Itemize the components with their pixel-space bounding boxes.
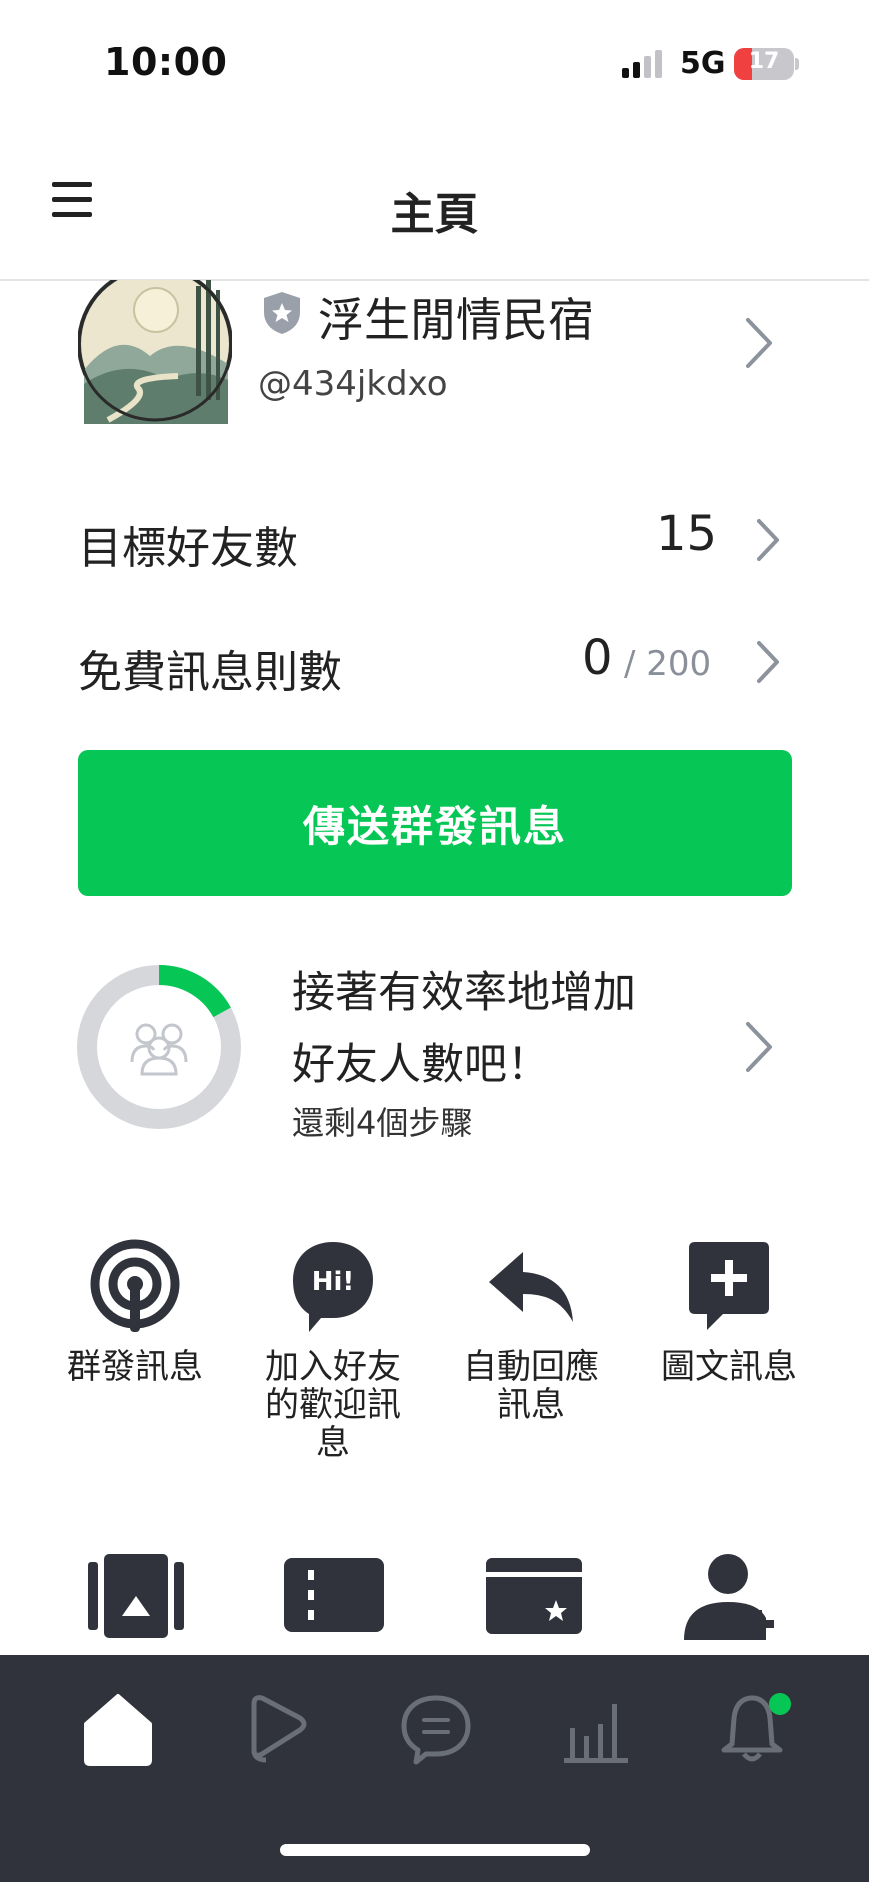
shortcut-label: 自動回應訊息 — [463, 1347, 599, 1425]
chat-icon[interactable] — [396, 1688, 476, 1768]
progress-title-line2: 好友人數吧！ — [292, 1040, 550, 1090]
notification-dot — [769, 1693, 791, 1715]
signal-icon — [622, 50, 662, 78]
home-icon[interactable] — [78, 1688, 158, 1768]
chevron-right-icon — [746, 1022, 772, 1072]
add-friend-icon[interactable] — [684, 1552, 784, 1640]
free-messages-value: 0 — [582, 630, 613, 686]
battery-icon: 17 — [734, 48, 794, 80]
landscape-avatar — [78, 280, 232, 424]
hi-bubble-icon: Hi! — [293, 1242, 373, 1332]
account-id: @434jkdxo — [258, 364, 448, 404]
shortcut-label: 群發訊息 — [67, 1347, 203, 1387]
notification-bell-icon[interactable] — [712, 1688, 812, 1768]
progress-steps-remaining: 還剩4個步驟 — [292, 1104, 473, 1142]
shortcut-label: 加入好友的歡迎訊息 — [265, 1347, 401, 1463]
send-broadcast-button[interactable]: 傳送群發訊息 — [78, 750, 792, 896]
shortcut-welcome-message[interactable]: Hi! 加入好友的歡迎訊息 — [233, 1238, 433, 1462]
reply-arrow-icon — [489, 1252, 573, 1322]
target-friends-label: 目標好友數 — [78, 523, 298, 574]
free-messages-label: 免費訊息則數 — [78, 647, 342, 698]
analytics-icon[interactable] — [556, 1688, 636, 1768]
shortcut-broadcast[interactable]: 群發訊息 — [35, 1238, 235, 1386]
add-message-icon — [689, 1242, 769, 1330]
account-name: 浮生閒情民宿 — [318, 293, 594, 347]
free-messages-quota: / 200 — [624, 644, 712, 684]
network-label: 5G — [680, 46, 726, 81]
voom-icon[interactable] — [238, 1688, 318, 1768]
shortcut-auto-reply[interactable]: 自動回應訊息 — [431, 1238, 631, 1424]
progress-ring — [77, 965, 241, 1129]
coupon-icon[interactable] — [284, 1558, 384, 1632]
page-title: 主頁 — [390, 189, 479, 240]
battery-cap — [795, 58, 799, 70]
shortcut-rich-message[interactable]: 圖文訊息 — [629, 1238, 829, 1386]
target-friends-value: 15 — [656, 506, 718, 562]
svg-text:Hi!: Hi! — [312, 1267, 355, 1297]
chevron-right-icon — [757, 641, 779, 683]
status-time: 10:00 — [104, 40, 228, 84]
chevron-right-icon — [757, 519, 779, 561]
image-card-icon[interactable] — [88, 1554, 184, 1638]
progress-title-line1: 接著有效率地增加 — [292, 968, 636, 1018]
shield-star-icon — [264, 292, 300, 334]
broadcast-icon — [90, 1239, 180, 1332]
battery-level: 17 — [748, 49, 780, 74]
home-indicator — [280, 1844, 590, 1856]
chevron-right-icon — [746, 318, 772, 368]
reward-card-icon[interactable] — [486, 1558, 582, 1634]
shortcut-label: 圖文訊息 — [661, 1347, 797, 1387]
